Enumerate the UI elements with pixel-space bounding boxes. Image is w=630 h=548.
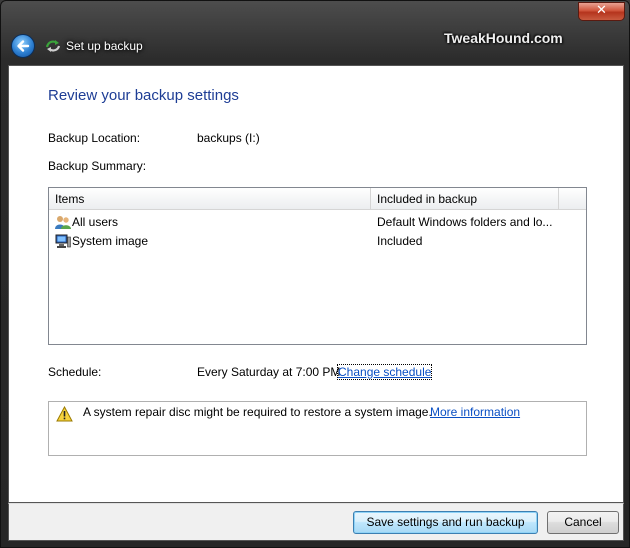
- users-icon: [55, 216, 71, 229]
- page-heading: Review your backup settings: [48, 87, 239, 104]
- computer-icon: [55, 234, 71, 248]
- more-information-link[interactable]: More information: [430, 405, 520, 419]
- backup-location-value: backups (I:): [197, 131, 260, 145]
- item-name: All users: [72, 215, 119, 229]
- backup-summary-label: Backup Summary:: [48, 159, 147, 173]
- list-header: Items Included in backup: [49, 188, 586, 210]
- schedule-label: Schedule:: [48, 365, 102, 379]
- list-item[interactable]: All users Default Windows folders and lo…: [49, 213, 586, 232]
- window-title: Set up backup: [66, 39, 143, 53]
- content-panel: Review your backup settings Backup Locat…: [8, 65, 624, 503]
- warning-icon: [56, 406, 73, 422]
- watermark: TweakHound.com: [444, 30, 563, 46]
- back-arrow-icon: [17, 40, 30, 52]
- backup-window: ✕ Set up backup TweakHound.com Review yo…: [0, 0, 630, 548]
- save-and-run-button[interactable]: Save settings and run backup: [353, 511, 538, 534]
- item-name: System image: [72, 234, 149, 248]
- change-schedule-link[interactable]: Change schedule: [336, 364, 433, 380]
- list-item[interactable]: System image Included: [49, 232, 586, 251]
- schedule-value: Every Saturday at 7:00 PM: [197, 365, 341, 379]
- column-header-items[interactable]: Items: [49, 188, 371, 209]
- column-header-included[interactable]: Included in backup: [371, 188, 559, 209]
- back-button[interactable]: [11, 34, 35, 58]
- item-included: Included: [377, 234, 423, 248]
- item-included: Default Windows folders and lo...: [377, 215, 553, 229]
- warning-box: A system repair disc might be required t…: [48, 401, 587, 456]
- close-button[interactable]: ✕: [578, 2, 625, 21]
- footer-bar: Save settings and run backup Cancel: [8, 503, 624, 541]
- warning-text: A system repair disc might be required t…: [83, 405, 432, 419]
- cancel-button[interactable]: Cancel: [547, 511, 619, 534]
- backup-summary-list[interactable]: Items Included in backup All users Defau…: [48, 187, 587, 345]
- backup-location-label: Backup Location:: [48, 131, 141, 145]
- backup-icon: [45, 40, 61, 52]
